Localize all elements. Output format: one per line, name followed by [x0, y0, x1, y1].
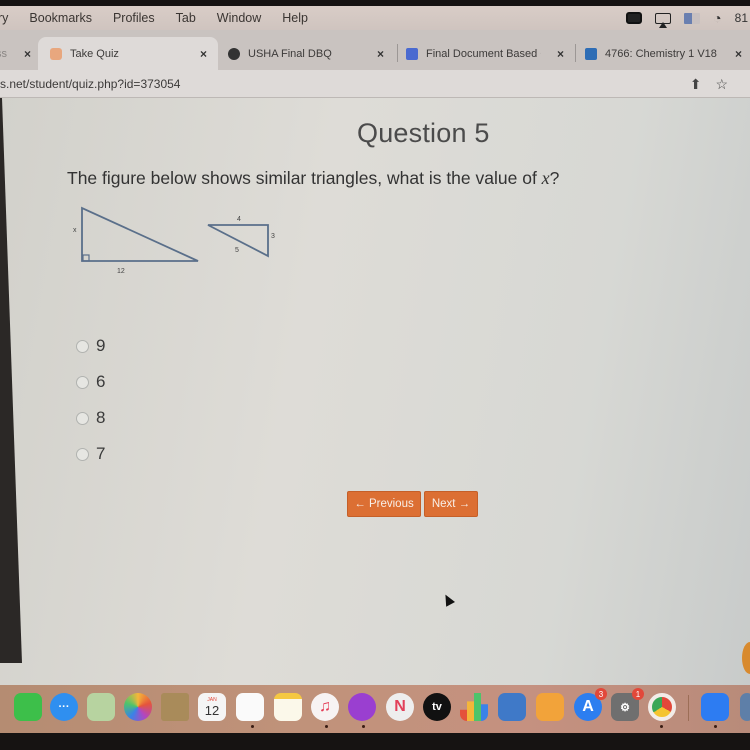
large-triangle-bottom-label: 12 — [117, 268, 125, 275]
photos-icon[interactable] — [124, 693, 152, 721]
tab-take-quiz[interactable]: Take Quiz × — [38, 37, 218, 70]
maps-icon[interactable] — [87, 693, 115, 721]
numbers-icon[interactable] — [460, 693, 488, 721]
facetime-icon[interactable] — [14, 693, 42, 721]
radio-button[interactable] — [76, 447, 89, 461]
question-title: Question 5 — [357, 118, 490, 148]
question-variable: x — [541, 168, 550, 188]
close-tab-icon[interactable]: × — [24, 47, 31, 61]
keynote-icon[interactable] — [498, 693, 526, 721]
messages-icon[interactable]: ··· — [50, 693, 78, 721]
running-indicator — [714, 725, 717, 728]
option-label: 8 — [96, 408, 106, 427]
notification-badge: 3 — [595, 688, 607, 700]
wifi-icon[interactable]: ◔ — [713, 10, 721, 26]
calendar-date: 12 — [204, 702, 220, 718]
podcasts-icon[interactable] — [348, 693, 376, 721]
similar-triangles-figure: x 12 4 3 5 — [60, 195, 300, 285]
document-icon[interactable] — [740, 693, 750, 721]
question-text: The figure below shows similar triangles… — [67, 168, 559, 189]
news-icon[interactable]: N — [386, 693, 414, 721]
radio-button[interactable] — [76, 375, 89, 389]
screen-bezel-bottom — [0, 733, 750, 750]
radio-button[interactable] — [76, 339, 89, 353]
small-triangle-right-label: 3 — [271, 233, 275, 240]
option-label: 6 — [96, 372, 106, 391]
tab-separator — [575, 44, 576, 62]
battery-percentage: 81 — [734, 11, 748, 25]
tab-label: Take Quiz — [70, 47, 119, 60]
calendar-icon[interactable]: JAN 12 — [198, 693, 226, 721]
schoology-icon — [585, 47, 597, 60]
menu-history[interactable]: ry — [0, 11, 8, 25]
close-tab-icon[interactable]: × — [735, 47, 742, 61]
notification-badge: 1 — [632, 688, 644, 700]
browser-tab-bar: ss × Take Quiz × USHA Final DBQ × Final … — [0, 30, 750, 70]
answer-options: 9 6 8 7 — [76, 328, 105, 472]
url-field[interactable]: s.net/student/quiz.php?id=373054 — [0, 77, 180, 91]
airplay-icon[interactable] — [655, 12, 672, 28]
globe-icon — [228, 47, 240, 60]
answer-option[interactable]: 9 — [76, 328, 105, 364]
reminders-icon[interactable] — [236, 693, 264, 721]
zoom-icon[interactable] — [701, 693, 729, 721]
tab-label: Final Document Based Q... — [426, 47, 541, 60]
answer-option[interactable]: 8 — [76, 400, 105, 436]
radio-button[interactable] — [76, 411, 89, 425]
question-prefix: The figure below shows similar triangles… — [67, 168, 542, 188]
tab-label: ss — [0, 47, 7, 60]
status-area: ◔ 81 — [626, 6, 750, 30]
option-label: 9 — [96, 336, 106, 355]
quiz-favicon-icon — [50, 47, 62, 60]
dock-divider — [688, 695, 689, 721]
contacts-icon[interactable] — [161, 693, 189, 721]
small-triangle-hyp-label: 5 — [235, 247, 239, 254]
notes-icon[interactable] — [274, 693, 302, 721]
camera-icon[interactable] — [626, 12, 643, 24]
mac-dock: ··· JAN 12 ♫ N tv A 3 ⚙ 1 — [0, 685, 750, 733]
chrome-icon[interactable] — [648, 693, 676, 721]
tv-label: tv — [432, 701, 442, 713]
running-indicator — [251, 725, 254, 728]
share-icon[interactable]: ⬆ — [690, 76, 702, 93]
tab-separator — [397, 44, 398, 62]
answer-option[interactable]: 7 — [76, 436, 105, 472]
close-tab-icon[interactable]: × — [377, 47, 384, 61]
tab-chemistry[interactable]: 4766: Chemistry 1 V18 × — [585, 37, 750, 70]
apple-tv-icon[interactable]: tv — [423, 693, 451, 721]
menu-bookmarks[interactable]: Bookmarks — [29, 11, 92, 25]
google-docs-icon — [406, 47, 418, 60]
running-indicator — [325, 725, 328, 728]
tab-label: USHA Final DBQ — [248, 47, 332, 60]
menu-profiles[interactable]: Profiles — [113, 11, 155, 25]
next-button[interactable]: Next → — [424, 491, 478, 517]
mac-menu-bar: ry Bookmarks Profiles Tab Window Help ◔ … — [0, 6, 750, 30]
menu-help[interactable]: Help — [282, 11, 308, 25]
menu-tab[interactable]: Tab — [176, 11, 196, 25]
close-tab-icon[interactable]: × — [200, 47, 207, 61]
running-indicator — [362, 725, 365, 728]
question-suffix: ? — [549, 168, 560, 188]
previous-button[interactable]: ← Previous — [347, 491, 421, 517]
option-label: 7 — [96, 444, 106, 463]
bookmark-star-icon[interactable]: ☆ — [715, 76, 728, 93]
system-preferences-icon[interactable]: ⚙ 1 — [611, 688, 644, 721]
answer-option[interactable]: 6 — [76, 364, 105, 400]
address-bar: s.net/student/quiz.php?id=373054 ⬆ ☆ — [0, 70, 750, 98]
tab-label: 4766: Chemistry 1 V18 — [605, 47, 717, 60]
large-triangle — [81, 206, 199, 262]
menu-window[interactable]: Window — [217, 11, 261, 25]
tab-partial[interactable]: ss × — [0, 37, 40, 70]
music-icon[interactable]: ♫ — [311, 693, 339, 721]
tab-final-document[interactable]: Final Document Based Q... × — [406, 37, 574, 70]
app-store-icon[interactable]: A 3 — [574, 688, 607, 721]
tab-usha-final-dbq[interactable]: USHA Final DBQ × — [228, 37, 393, 70]
close-tab-icon[interactable]: × — [557, 47, 564, 61]
large-triangle-left-label: x — [73, 227, 77, 234]
small-triangle-top-label: 4 — [237, 216, 241, 223]
input-source-icon[interactable] — [684, 12, 701, 24]
pages-icon[interactable] — [536, 693, 564, 721]
running-indicator — [660, 725, 663, 728]
